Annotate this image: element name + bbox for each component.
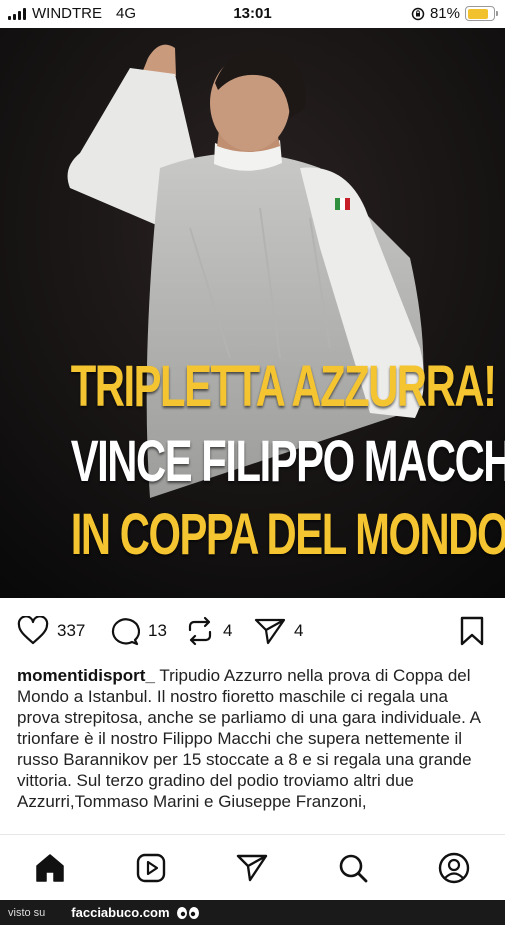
repost-count: 4 bbox=[223, 621, 233, 640]
headline-line-2: VINCE FILIPPO MACCHI bbox=[70, 429, 505, 494]
post-image[interactable]: TRIPLETTA AZZURRA! VINCE FILIPPO MACCHI … bbox=[0, 28, 505, 598]
battery-icon bbox=[465, 6, 498, 21]
caption-username[interactable]: momentidisport_ bbox=[17, 666, 155, 685]
watermark-footer: visto su facciabuco.com bbox=[0, 900, 505, 925]
headline-line-3: IN COPPA DEL MONDO bbox=[70, 502, 505, 567]
comment-icon bbox=[111, 618, 140, 646]
nav-reels[interactable] bbox=[134, 851, 168, 885]
caption-text: Tripudio Azzurro nella prova di Coppa de… bbox=[17, 666, 481, 811]
nav-home[interactable] bbox=[33, 851, 67, 885]
heart-icon bbox=[17, 616, 49, 645]
nav-profile[interactable] bbox=[437, 851, 471, 885]
send-icon bbox=[236, 854, 268, 882]
battery-fill bbox=[467, 8, 488, 19]
repost-button[interactable]: 4 bbox=[185, 616, 232, 646]
nav-messages[interactable] bbox=[235, 851, 269, 885]
repost-icon bbox=[188, 616, 212, 646]
battery-percent: 81% bbox=[429, 5, 460, 22]
search-icon bbox=[339, 854, 368, 883]
eyes-icon bbox=[176, 906, 199, 919]
footer-visto: visto su bbox=[8, 906, 46, 919]
orientation-lock-icon bbox=[411, 7, 425, 20]
footer-site[interactable]: facciabuco.com bbox=[71, 905, 169, 920]
nav-search[interactable] bbox=[336, 851, 370, 885]
save-button[interactable] bbox=[459, 616, 485, 646]
share-button[interactable]: 4 bbox=[254, 616, 303, 646]
like-count: 337 bbox=[57, 621, 86, 640]
bottom-nav bbox=[0, 834, 505, 900]
headline-line-1: TRIPLETTA AZZURRA! bbox=[70, 354, 497, 419]
bookmark-icon bbox=[460, 616, 484, 646]
comment-count: 13 bbox=[148, 621, 167, 640]
status-right: 81% bbox=[411, 5, 498, 22]
share-count: 4 bbox=[294, 621, 304, 640]
profile-icon bbox=[438, 852, 470, 884]
home-icon bbox=[36, 854, 64, 882]
post-caption: momentidisport_ Tripudio Azzurro nella p… bbox=[17, 665, 491, 833]
comment-button[interactable]: 13 bbox=[108, 616, 167, 646]
like-button[interactable]: 337 bbox=[17, 616, 85, 646]
status-bar: WINDTRE 4G 13:01 81% bbox=[0, 0, 505, 28]
post-action-bar: 337 13 4 4 bbox=[0, 598, 505, 660]
send-icon bbox=[254, 618, 286, 645]
reels-icon bbox=[136, 853, 166, 883]
